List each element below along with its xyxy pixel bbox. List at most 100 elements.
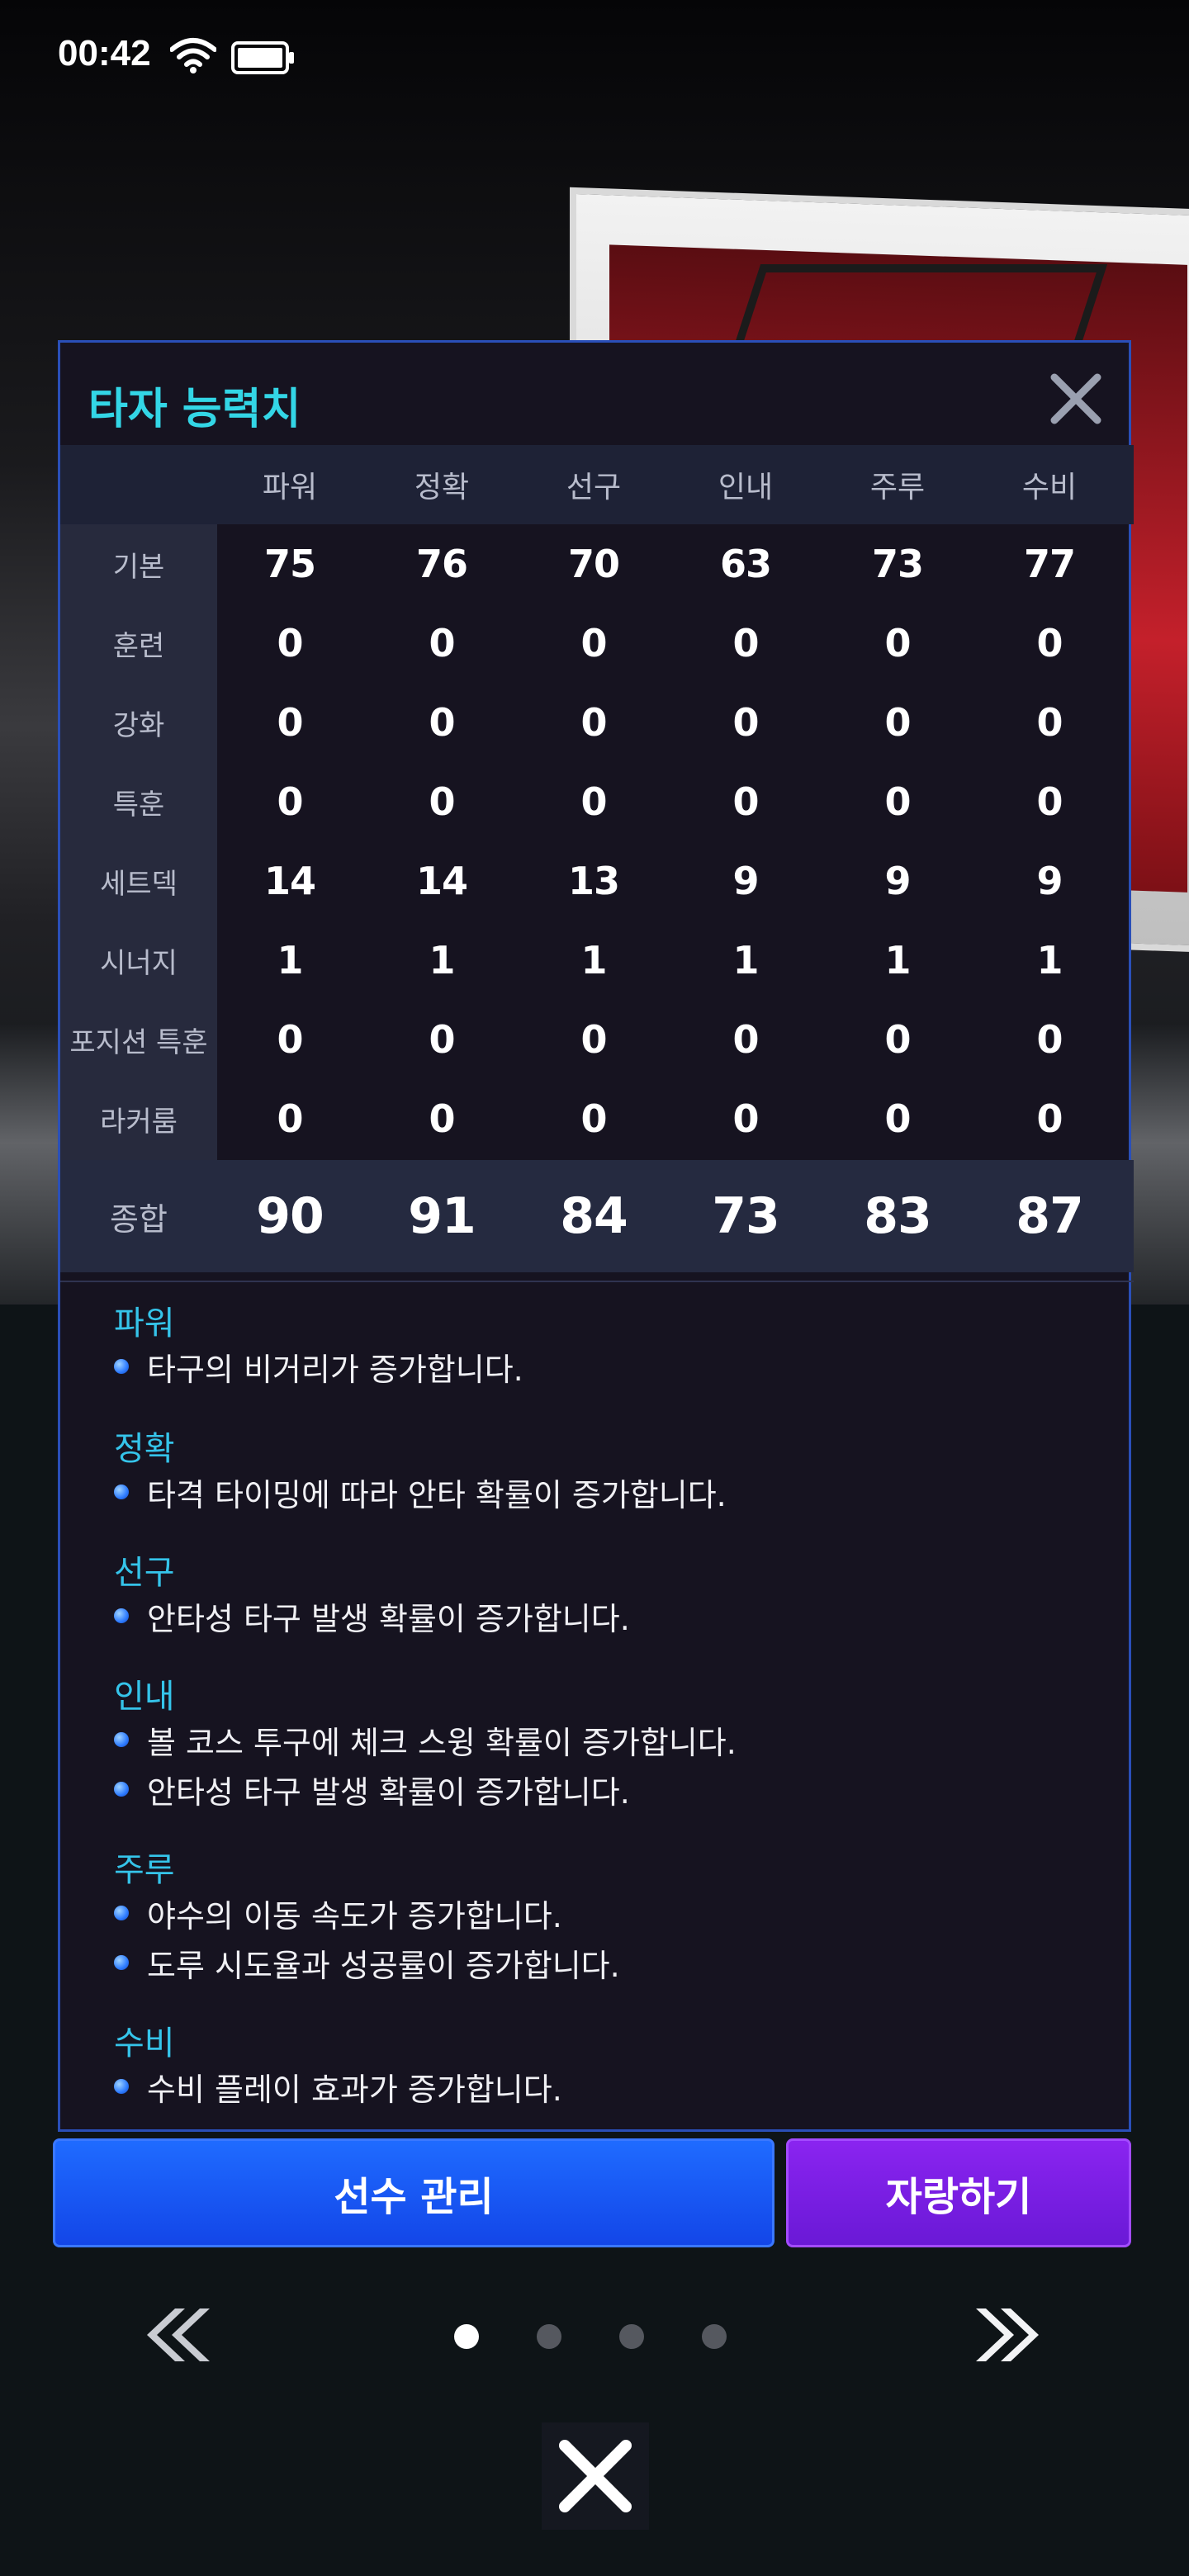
page-dot[interactable] [454, 2324, 479, 2349]
bullet-icon [114, 2079, 129, 2094]
stat-cell: 14 [263, 859, 316, 903]
stat-cell: 13 [567, 859, 620, 903]
stat-cell: 76 [415, 542, 468, 586]
battery-icon [231, 41, 294, 74]
table-row: 시너지 1 1 1 1 1 1 [60, 921, 1134, 1000]
total-cell: 91 [408, 1187, 476, 1245]
desc-title: 수비 [114, 2024, 175, 2062]
stat-cell: 0 [580, 621, 607, 665]
divider [60, 1281, 1134, 1282]
column-header: 정확 [414, 471, 470, 504]
page-indicator [454, 2324, 751, 2349]
double-chevron-left-icon[interactable] [140, 2304, 211, 2366]
modal-title: 타자 능력치 [88, 385, 301, 434]
total-cell: 87 [1016, 1187, 1084, 1245]
total-row: 종합 90 91 84 73 83 87 [60, 1160, 1134, 1272]
row-label: 포지션 특훈 [69, 1025, 208, 1059]
row-label: 강화 [112, 708, 165, 742]
page-dot[interactable] [537, 2324, 561, 2349]
stat-cell: 75 [263, 542, 316, 586]
desc-line: 타격 타이밍에 따라 안타 확률이 증가합니다. [114, 1471, 727, 1513]
stat-cell: 9 [884, 859, 911, 903]
table-row: 포지션 특훈 0 0 0 0 0 0 [60, 1000, 1134, 1079]
stat-cell: 9 [1036, 859, 1063, 903]
desc-title: 선구 [114, 1554, 175, 1592]
stat-cell: 0 [884, 700, 911, 745]
stat-cell: 0 [580, 779, 607, 824]
desc-line: 안타성 타구 발생 확률이 증가합니다. [114, 1595, 630, 1637]
close-icon [559, 2440, 632, 2512]
table-row: 강화 0 0 0 0 0 0 [60, 683, 1134, 762]
table-row: 라커룸 0 0 0 0 0 0 [60, 1079, 1134, 1158]
row-label: 시너지 [100, 946, 178, 980]
table-row: 훈련 0 0 0 0 0 0 [60, 604, 1134, 683]
share-button[interactable]: 자랑하기 [786, 2138, 1131, 2247]
stat-cell: 0 [277, 779, 303, 824]
desc-line: 안타성 타구 발생 확률이 증가합니다. [114, 1769, 630, 1811]
stat-cell: 0 [277, 700, 303, 745]
desc-line: 수비 플레이 효과가 증가합니다. [114, 2066, 562, 2108]
table-row: 기본 75 76 70 63 73 77 [60, 524, 1134, 604]
total-cell: 90 [256, 1187, 324, 1245]
stat-cell: 0 [580, 1096, 607, 1141]
desc-line: 도루 시도율과 성공률이 증가합니다. [114, 1942, 620, 1984]
stat-cell: 0 [1036, 621, 1063, 665]
page-dot[interactable] [702, 2324, 727, 2349]
stats-header: 파워 정확 선구 인내 주루 수비 [60, 445, 1134, 524]
total-cell: 73 [712, 1187, 780, 1245]
stat-cell: 0 [429, 700, 455, 745]
close-icon[interactable] [1046, 369, 1106, 429]
desc-text: 타구의 비거리가 증가합니다. [147, 1351, 523, 1388]
table-row: 세트덱 14 14 13 9 9 9 [60, 841, 1134, 921]
stat-cell: 0 [277, 1017, 303, 1062]
page-dot[interactable] [619, 2324, 644, 2349]
row-label: 훈련 [112, 629, 165, 663]
stat-cell: 0 [429, 779, 455, 824]
stat-cell: 0 [884, 779, 911, 824]
desc-text: 안타성 타구 발생 확률이 증가합니다. [147, 1600, 630, 1637]
bullet-icon [114, 1782, 129, 1797]
column-header: 파워 [262, 471, 318, 504]
batter-stats-modal: 타자 능력치 파워 정확 선구 인내 주루 수비 기본 75 76 70 63 … [58, 340, 1134, 2132]
stat-cell: 0 [580, 1017, 607, 1062]
stat-cell: 0 [732, 1096, 759, 1141]
total-label: 종합 [110, 1200, 168, 1238]
stat-cell: 0 [277, 1096, 303, 1141]
desc-line: 타구의 비거리가 증가합니다. [114, 1346, 523, 1388]
desc-text: 안타성 타구 발생 확률이 증가합니다. [147, 1773, 630, 1811]
stat-cell: 14 [415, 859, 468, 903]
desc-title: 인내 [114, 1678, 175, 1716]
player-manage-button[interactable]: 선수 관리 [53, 2138, 775, 2247]
status-bar: 00:42 [0, 0, 1189, 116]
stat-cell: 0 [732, 700, 759, 745]
desc-text: 수비 플레이 효과가 증가합니다. [147, 2071, 562, 2108]
bullet-icon [114, 1485, 129, 1499]
stat-cell: 0 [732, 779, 759, 824]
double-chevron-right-icon[interactable] [974, 2304, 1045, 2366]
bottom-close-button[interactable] [542, 2422, 649, 2530]
stat-cell: 9 [732, 859, 759, 903]
stat-cell: 1 [884, 938, 911, 983]
stat-cell: 63 [719, 542, 772, 586]
column-header: 수비 [1021, 471, 1078, 504]
desc-line: 볼 코스 투구에 체크 스윙 확률이 증가합니다. [114, 1719, 737, 1761]
total-cell: 83 [864, 1187, 932, 1245]
total-cell: 84 [560, 1187, 628, 1245]
stat-cell: 1 [580, 938, 607, 983]
stat-cell: 0 [1036, 700, 1063, 745]
stat-cell: 73 [871, 542, 924, 586]
bullet-icon [114, 1732, 129, 1747]
stat-cell: 1 [732, 938, 759, 983]
stat-cell: 70 [567, 542, 620, 586]
stat-cell: 0 [884, 621, 911, 665]
desc-title: 파워 [114, 1305, 175, 1342]
column-header: 선구 [566, 471, 622, 504]
stat-cell: 0 [884, 1017, 911, 1062]
stat-cell: 0 [732, 1017, 759, 1062]
desc-line: 야수의 이동 속도가 증가합니다. [114, 1892, 562, 1934]
stat-cell: 1 [277, 938, 303, 983]
stat-cell: 1 [1036, 938, 1063, 983]
stat-cell: 0 [429, 621, 455, 665]
desc-title: 주루 [114, 1851, 175, 1889]
bullet-icon [114, 1955, 129, 1970]
